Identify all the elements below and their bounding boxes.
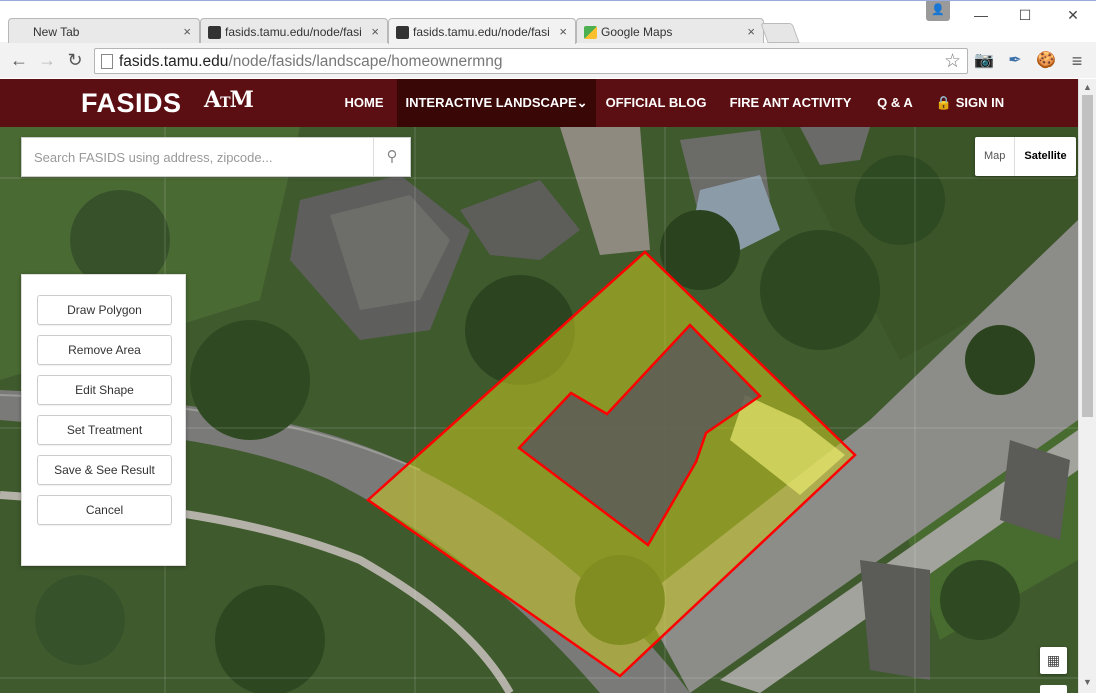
close-tab-icon[interactable]: ×: [183, 24, 191, 39]
map-search-input[interactable]: [22, 138, 374, 176]
new-tab-button[interactable]: [760, 23, 800, 43]
tv-favicon-icon: [208, 26, 221, 39]
fullscreen-icon[interactable]: ▦: [1040, 647, 1067, 674]
page-icon: [101, 54, 113, 69]
nav-official-blog[interactable]: OFFICIAL BLOG: [600, 79, 712, 127]
cookie-extension-icon[interactable]: 🍪: [1036, 51, 1056, 71]
close-tab-icon[interactable]: ×: [747, 24, 755, 39]
scroll-down-icon[interactable]: ▼: [1083, 677, 1092, 687]
edit-shape-button[interactable]: Edit Shape: [37, 375, 172, 405]
map-type-control: Map Satellite: [975, 137, 1076, 176]
maximize-button[interactable]: ☐: [1014, 7, 1036, 24]
eyedropper-extension-icon[interactable]: ✒: [1005, 51, 1025, 71]
reload-icon[interactable]: ↻: [64, 51, 86, 69]
back-icon[interactable]: ←: [8, 51, 30, 69]
site-header: FASIDS ATM HOME INTERACTIVE LANDSCAPE⌄ O…: [0, 79, 1078, 127]
menu-icon[interactable]: ≡: [1067, 51, 1087, 71]
minimize-button[interactable]: —: [970, 7, 992, 23]
remove-area-button[interactable]: Remove Area: [37, 335, 172, 365]
nav-fire-ant-activity[interactable]: FIRE ANT ACTIVITY: [722, 79, 859, 127]
map-search-box: ⚲: [21, 137, 411, 177]
tamu-logo: ATM: [204, 87, 254, 113]
tab-google-maps[interactable]: Google Maps ×: [576, 18, 764, 44]
tab-title: fasids.tamu.edu/node/fasi: [225, 25, 362, 39]
drawing-tools-panel: Draw Polygon Remove Area Edit Shape Set …: [21, 274, 186, 566]
close-tab-icon[interactable]: ×: [371, 24, 379, 39]
tab-fasids-active[interactable]: fasids.tamu.edu/node/fasi ×: [388, 18, 576, 44]
url-text[interactable]: fasids.tamu.edu/node/fasids/landscape/ho…: [119, 53, 502, 71]
address-bar[interactable]: fasids.tamu.edu/node/fasids/landscape/ho…: [94, 48, 968, 74]
nav-interactive-landscape[interactable]: INTERACTIVE LANDSCAPE⌄: [397, 79, 596, 127]
map-type-map-button[interactable]: Map: [975, 137, 1014, 176]
tab-title: New Tab: [33, 25, 80, 39]
close-tab-icon[interactable]: ×: [559, 24, 567, 39]
tab-title: Google Maps: [601, 25, 673, 39]
tab-strip: New Tab × fasids.tamu.edu/node/fasi × fa…: [0, 0, 1096, 44]
tab-fasids-1[interactable]: fasids.tamu.edu/node/fasi ×: [200, 18, 388, 44]
nav-q-and-a[interactable]: Q & A: [868, 79, 922, 127]
tv-favicon-icon: [396, 26, 409, 39]
save-see-result-button[interactable]: Save & See Result: [37, 455, 172, 485]
search-icon[interactable]: ⚲: [373, 138, 410, 176]
browser-toolbar: ← → ↻ fasids.tamu.edu/node/fasids/landsc…: [0, 43, 1096, 78]
window-close-button[interactable]: ✕: [1062, 7, 1084, 24]
set-treatment-button[interactable]: Set Treatment: [37, 415, 172, 445]
nav-sign-in[interactable]: 🔒 SIGN IN: [930, 79, 1010, 127]
camera-extension-icon[interactable]: 📷: [974, 51, 994, 71]
fasids-logo[interactable]: FASIDS: [81, 88, 182, 119]
cancel-button[interactable]: Cancel: [37, 495, 172, 525]
user-profile-icon[interactable]: 👤: [926, 1, 950, 21]
scroll-up-icon[interactable]: ▲: [1083, 82, 1092, 92]
draw-polygon-button[interactable]: Draw Polygon: [37, 295, 172, 325]
tab-new-tab[interactable]: New Tab ×: [8, 18, 200, 44]
scrollbar-thumb[interactable]: [1082, 95, 1093, 417]
tab-title: fasids.tamu.edu/node/fasi: [413, 25, 550, 39]
map-type-satellite-button[interactable]: Satellite: [1014, 137, 1075, 176]
forward-icon[interactable]: →: [36, 51, 58, 69]
maps-favicon-icon: [584, 26, 597, 39]
bookmark-star-icon[interactable]: ☆: [944, 50, 961, 73]
browser-chrome: New Tab × fasids.tamu.edu/node/fasi × fa…: [0, 0, 1096, 78]
street-view-pegman-icon[interactable]: [1040, 685, 1067, 693]
nav-home[interactable]: HOME: [333, 79, 395, 127]
page-scrollbar[interactable]: ▲ ▼: [1078, 79, 1096, 693]
